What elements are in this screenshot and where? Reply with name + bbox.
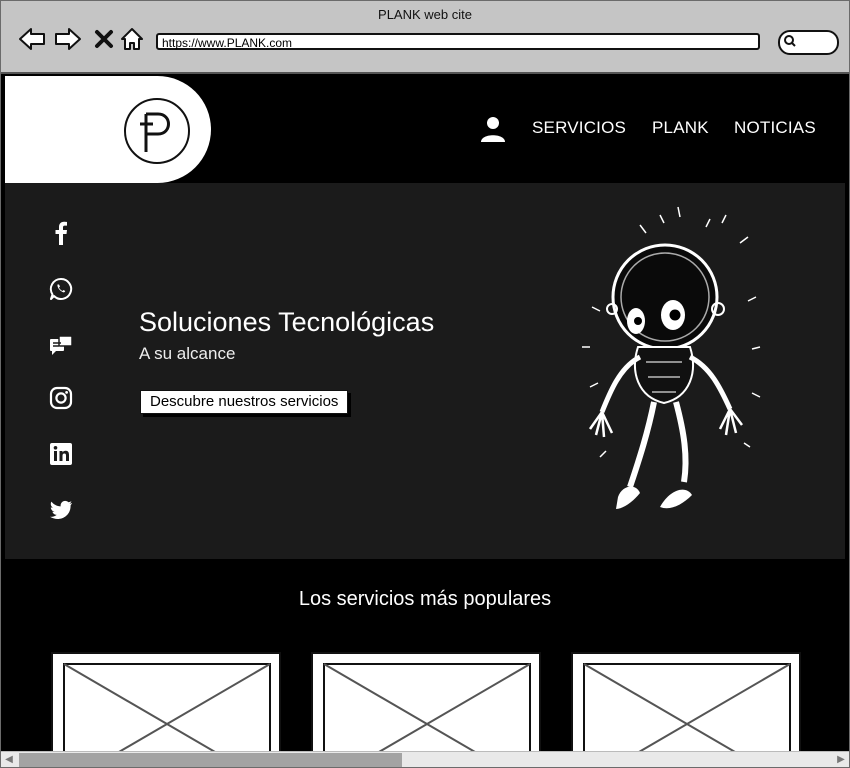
twitter-icon[interactable] bbox=[49, 498, 73, 522]
logo bbox=[124, 98, 190, 164]
scroll-left-icon[interactable]: ◀ bbox=[2, 753, 16, 767]
search-icon bbox=[784, 35, 796, 47]
horizontal-scrollbar[interactable]: ◀ ▶ bbox=[1, 751, 849, 767]
logo-p-mark bbox=[140, 112, 170, 152]
hero-subtitle: A su alcance bbox=[139, 344, 236, 363]
back-arrow-icon bbox=[19, 28, 45, 50]
chat-icon[interactable] bbox=[49, 333, 73, 357]
logo-area[interactable] bbox=[5, 76, 211, 183]
forward-arrow-icon bbox=[55, 28, 81, 50]
discover-services-button[interactable]: Descubre nuestros servicios bbox=[140, 390, 349, 414]
nav-servicios[interactable]: SERVICIOS bbox=[532, 118, 626, 138]
address-bar[interactable]: https://www.PLANK.com bbox=[156, 33, 760, 50]
back-button[interactable] bbox=[17, 24, 47, 54]
window-title: PLANK web cite bbox=[378, 7, 472, 22]
whatsapp-icon[interactable] bbox=[49, 277, 73, 301]
nav-noticias[interactable]: NOTICIAS bbox=[734, 118, 816, 138]
user-icon[interactable] bbox=[479, 115, 507, 143]
search-button[interactable] bbox=[778, 30, 839, 55]
nav-plank[interactable]: PLANK bbox=[652, 118, 709, 138]
browser-chrome: PLANK web cite https://www.PLANK.com bbox=[1, 1, 849, 74]
linkedin-icon[interactable] bbox=[49, 442, 73, 466]
scroll-right-icon[interactable]: ▶ bbox=[834, 753, 848, 767]
instagram-icon[interactable] bbox=[49, 386, 73, 410]
home-icon bbox=[121, 28, 143, 50]
browser-window: PLANK web cite https://www.PLANK.com SER… bbox=[0, 0, 850, 768]
home-button[interactable] bbox=[117, 24, 147, 54]
stop-button[interactable] bbox=[89, 24, 119, 54]
hero-section: Soluciones Tecnológicas A su alcance Des… bbox=[5, 183, 845, 559]
services-title: Los servicios más populares bbox=[298, 588, 552, 610]
forward-button[interactable] bbox=[53, 24, 83, 54]
site-header: SERVICIOS PLANK NOTICIAS bbox=[1, 74, 849, 183]
astronaut-illustration bbox=[582, 206, 761, 509]
facebook-icon[interactable] bbox=[49, 221, 73, 245]
hero-title: Soluciones Tecnológicas bbox=[139, 307, 435, 337]
scrollbar-thumb[interactable] bbox=[19, 753, 402, 767]
close-icon bbox=[95, 30, 113, 48]
